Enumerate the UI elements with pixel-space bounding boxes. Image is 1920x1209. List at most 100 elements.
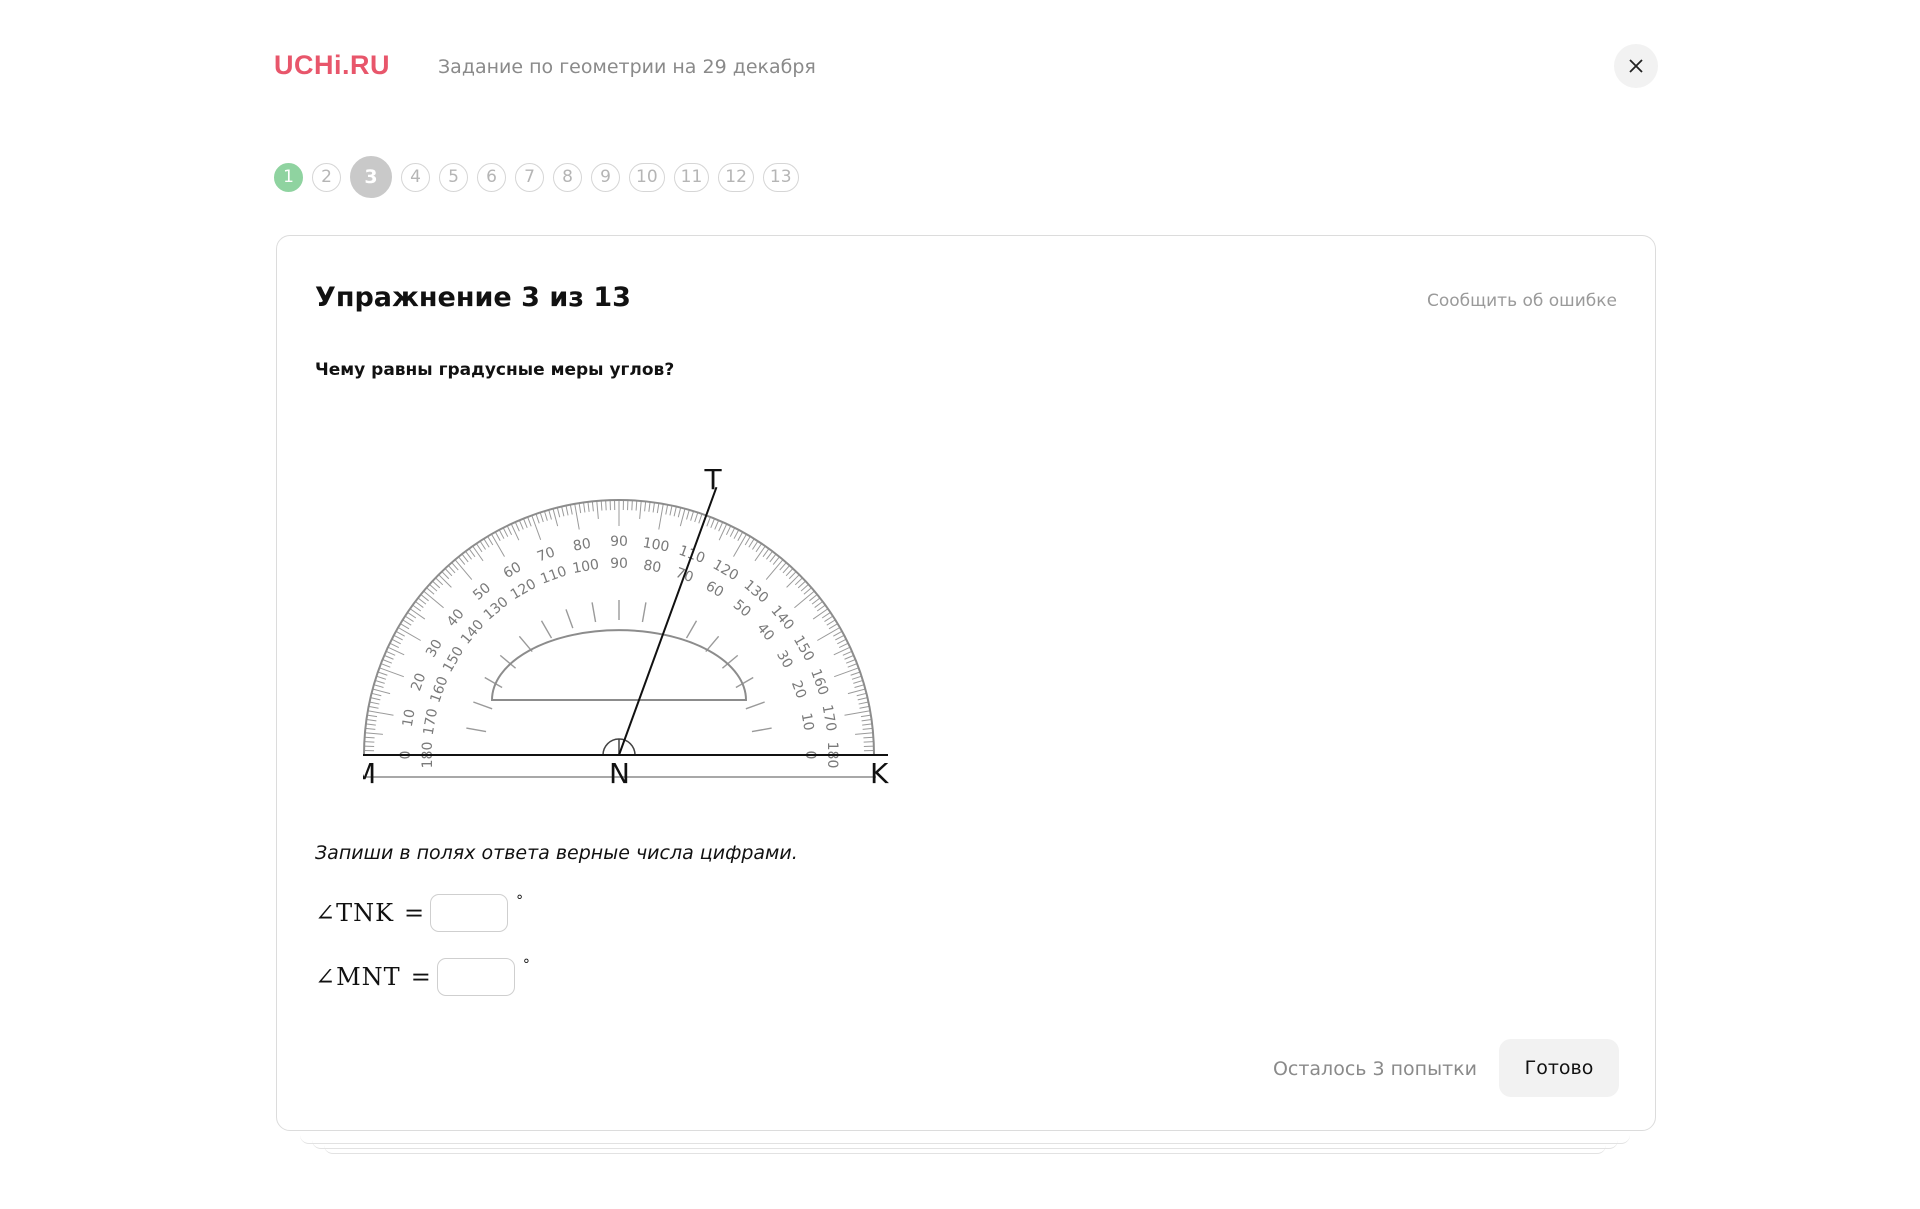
protractor-tick [514, 521, 520, 532]
protractor-tick [372, 688, 391, 695]
protractor-tick [652, 502, 655, 513]
protractor-tick [461, 553, 469, 563]
step-1[interactable]: 1 [274, 162, 303, 192]
protractor-tick [472, 545, 484, 562]
protractor-tick [729, 527, 736, 537]
equals-sign: = [404, 899, 425, 927]
inner-scale-label: 80 [642, 557, 662, 576]
outer-scale-label: 170 [819, 703, 839, 732]
protractor-tick [420, 594, 429, 602]
protractor-tick [706, 516, 711, 527]
protractor-inner-arc [490, 629, 748, 701]
protractor-tick [782, 565, 790, 574]
angle-label: ∠TNK [315, 899, 395, 927]
protractor-tick [856, 692, 867, 697]
protractor-tick [548, 509, 552, 520]
protractor-tick [744, 536, 751, 546]
step-9[interactable]: 9 [591, 162, 620, 192]
protractor-inner-tick [466, 727, 487, 733]
protractor-tick [755, 543, 763, 553]
protractor-tick [779, 562, 787, 571]
equals-sign: = [410, 963, 431, 991]
protractor-tick [844, 710, 871, 716]
protractor-tick [714, 520, 720, 530]
ray-NT [618, 486, 718, 756]
step-6[interactable]: 6 [477, 162, 506, 192]
protractor-tick [364, 741, 375, 743]
answer-row-tnk: ∠TNK = ° [315, 893, 523, 933]
protractor-tick [417, 597, 427, 605]
inner-scale-label: 60 [703, 578, 726, 601]
protractor-tick [859, 705, 870, 709]
protractor-tick [811, 597, 821, 605]
outer-scale-label: 50 [470, 580, 494, 604]
answer-input-tnk[interactable] [430, 894, 509, 932]
protractor-tick [438, 574, 452, 588]
protractor-tick [404, 615, 414, 622]
protractor-tick [578, 503, 582, 514]
protractor-tick [591, 501, 594, 512]
protractor-tick [379, 667, 404, 678]
protractor-tick [483, 538, 490, 548]
protractor-tick [858, 701, 869, 705]
inner-scale-label: 20 [788, 679, 809, 701]
protractor-tick [669, 505, 673, 516]
protractor-inner-tick [591, 602, 597, 623]
protractor-tick [847, 688, 866, 695]
protractor-tick [556, 507, 561, 518]
answer-row-mnt: ∠MNT = ° [315, 957, 530, 997]
protractor-tick [374, 679, 385, 684]
close-button[interactable] [1614, 44, 1658, 88]
protractor-tick [862, 727, 873, 730]
protractor-tick [828, 623, 838, 630]
report-error-link[interactable]: Сообщить об ошибке [1427, 291, 1617, 311]
protractor-tick [369, 701, 380, 705]
step-11[interactable]: 11 [673, 162, 710, 192]
protractor-tick [600, 500, 603, 511]
step-2[interactable]: 2 [312, 162, 341, 192]
submit-button[interactable]: Готово [1499, 1039, 1619, 1097]
question-text: Чему равны градусные меры углов? [315, 360, 675, 380]
protractor-tick [833, 630, 843, 637]
protractor-tick [847, 663, 858, 668]
protractor-tick [838, 642, 849, 649]
protractor-tick [861, 719, 872, 722]
inner-scale-label: 50 [730, 597, 754, 621]
point-label-M: M [363, 757, 376, 790]
logo[interactable]: UCHi.RU [274, 50, 390, 81]
step-3[interactable]: 3 [350, 156, 392, 198]
protractor-tick [494, 531, 501, 541]
protractor-tick [821, 611, 831, 619]
answer-input-mnt[interactable] [436, 958, 515, 996]
card-stack-layer [324, 1145, 1606, 1154]
protractor-tick [502, 527, 509, 537]
exercise-card: Упражнение 3 из 13 Сообщить об ошибке Че… [276, 235, 1656, 1131]
protractor-tick [834, 667, 859, 678]
protractor-tick [737, 531, 744, 541]
outer-scale-label: 10 [400, 708, 419, 728]
protractor-tick [574, 503, 580, 530]
step-12[interactable]: 12 [718, 162, 754, 192]
protractor-tick [853, 679, 864, 684]
protractor-tick [409, 608, 426, 620]
step-10[interactable]: 10 [629, 162, 665, 192]
attempts-remaining: Осталось 3 попытки [1272, 1058, 1477, 1080]
inner-scale-label: 160 [427, 674, 451, 705]
step-7[interactable]: 7 [515, 162, 544, 192]
protractor-tick [809, 594, 818, 602]
protractor-tick [857, 697, 868, 701]
protractor-tick [479, 540, 486, 550]
outer-scale-label: 30 [423, 637, 446, 660]
protractor-inner-tick [565, 609, 574, 629]
step-8[interactable]: 8 [553, 162, 582, 192]
protractor-tick [677, 507, 682, 518]
step-13[interactable]: 13 [762, 162, 799, 192]
step-5[interactable]: 5 [439, 162, 468, 192]
protractor-tick [587, 501, 590, 512]
protractor-tick [426, 587, 435, 595]
step-4[interactable]: 4 [401, 162, 430, 192]
protractor-tick [816, 604, 826, 612]
protractor-inner-tick [751, 727, 772, 733]
protractor-tick [523, 518, 528, 529]
protractor-tick [376, 675, 387, 680]
